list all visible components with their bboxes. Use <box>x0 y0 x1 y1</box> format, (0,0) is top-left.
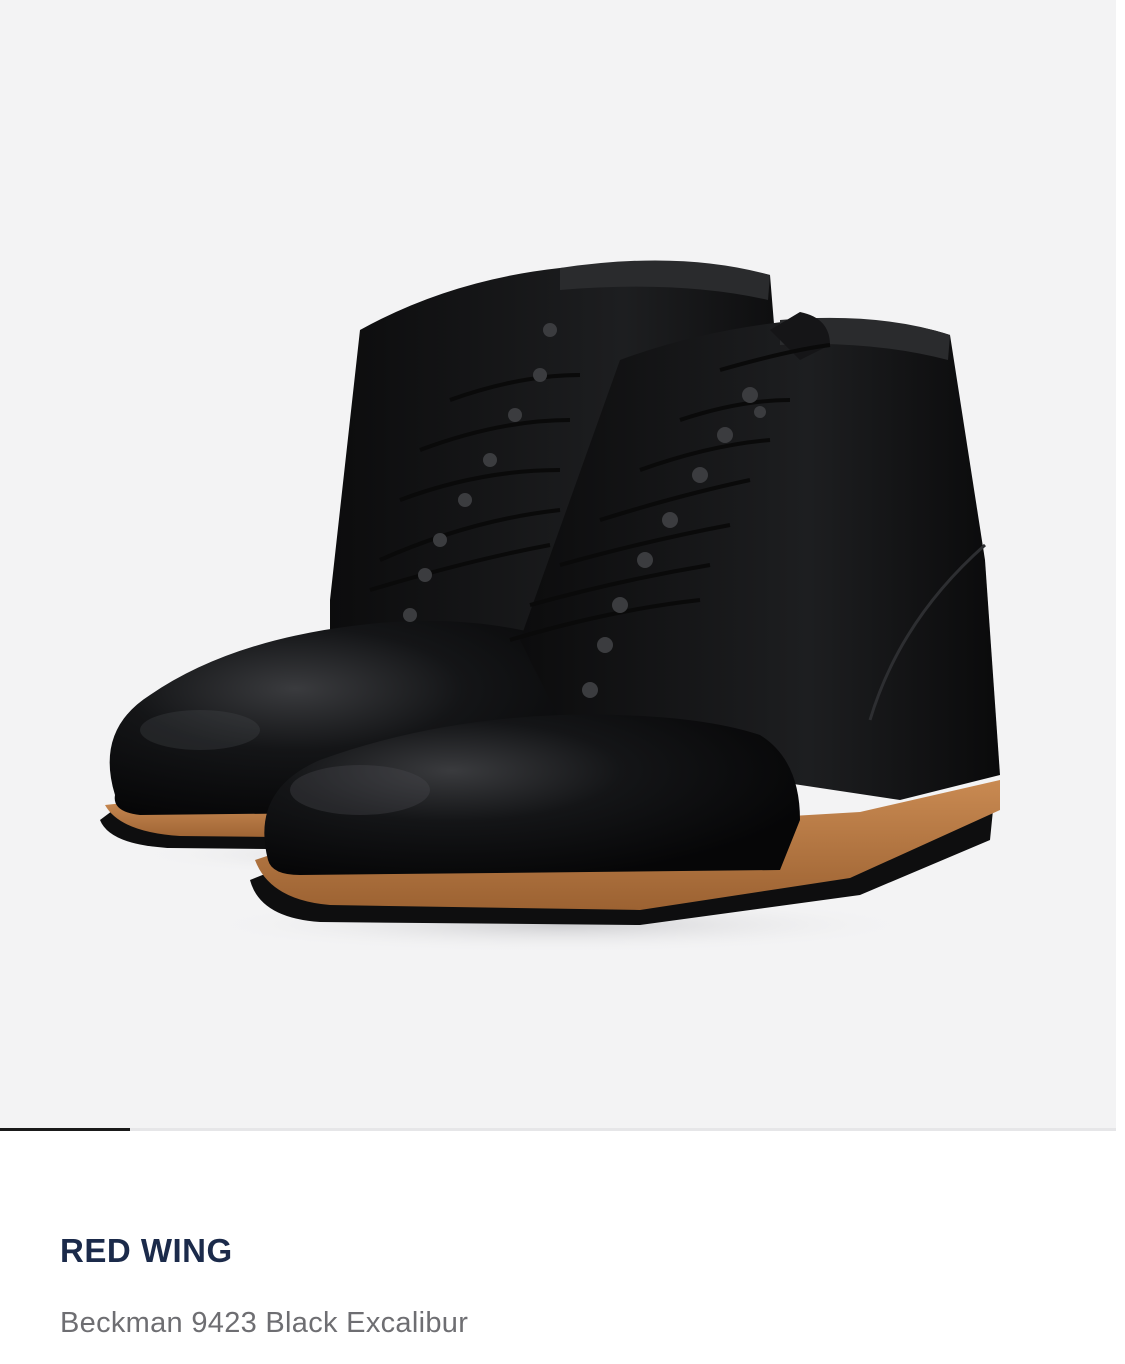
product-brand[interactable]: RED WING <box>60 1232 233 1270</box>
product-card: RED WING Beckman 9423 Black Excalibur <box>0 0 1125 1364</box>
gallery-progress-fill <box>0 1128 130 1131</box>
product-image-gallery[interactable] <box>0 0 1116 1130</box>
product-name[interactable]: Beckman 9423 Black Excalibur <box>60 1307 468 1340</box>
product-image[interactable] <box>0 0 1116 1130</box>
gallery-progress-track <box>0 1128 1116 1131</box>
